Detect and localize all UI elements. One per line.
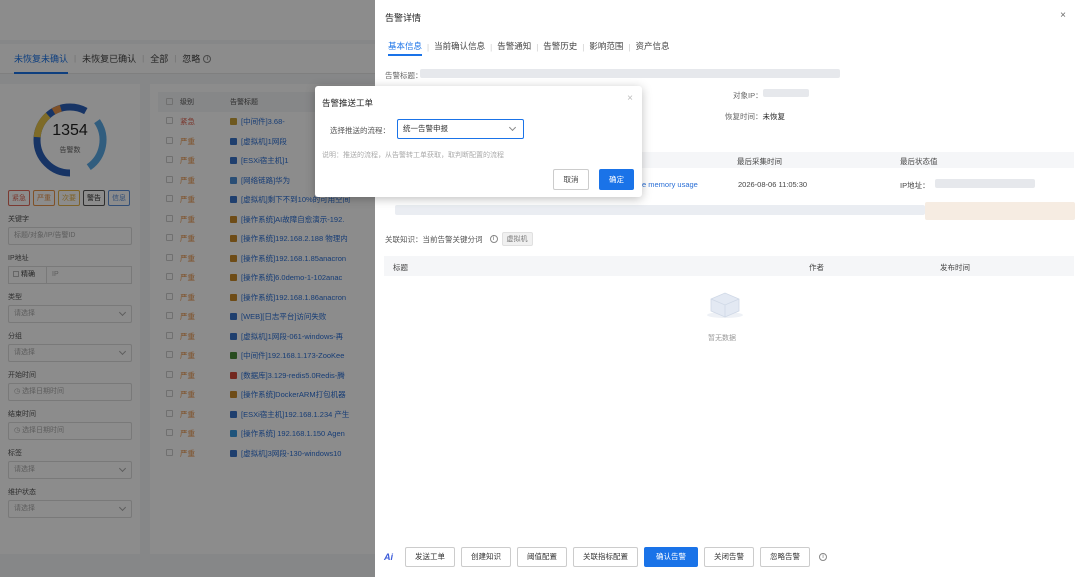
metric-ip-label: IP地址： [900,181,930,190]
chevron-down-icon [508,123,517,132]
redacted-highlight [925,202,1075,220]
confirm-button[interactable]: 确定 [599,169,634,190]
flow-select[interactable]: 统一告警申报 [397,119,524,139]
object-ip-field: 对象IP： [733,90,763,101]
object-ip-label: 对象IP： [733,91,763,100]
close-alarm-button[interactable]: 关闭告警 [704,547,754,567]
tab-basic-info[interactable]: 基本信息 [384,38,426,56]
confirm-alarm-button[interactable]: 确认告警 [644,547,698,567]
knowledge-row: 关联知识：当前告警关键分词 i 虚拟机 [385,232,533,246]
metric-time: 2026-08-06 11:05:30 [738,180,808,189]
related-metric-config-button[interactable]: 关联指标配置 [573,547,638,567]
empty-box-icon [707,292,743,318]
info-icon: i [819,553,827,561]
recovery-time-label: 恢复时间： [725,112,763,121]
push-ticket-modal: 告警推送工单 × 选择推送的流程： 统一告警申报 说明：推送的流程，从告警转工单… [315,86,642,197]
drawer-title: 告警详情 [385,13,422,23]
close-icon[interactable]: × [627,93,633,104]
col-know-publish-time: 发布时间 [940,263,970,272]
tab-assets[interactable]: 资产信息 [631,38,673,56]
flow-selected-value: 统一告警申报 [403,124,448,133]
tab-impact[interactable]: 影响范围 [585,38,627,56]
knowledge-table-header: 标题 作者 发布时间 [384,256,1074,276]
tab-history[interactable]: 告警历史 [539,38,581,56]
redacted-title [420,69,840,78]
empty-text: 暂无数据 [708,335,736,342]
tab-current-confirm[interactable]: 当前确认信息 [430,38,489,56]
send-ticket-button[interactable]: 发送工单 [405,547,455,567]
col-know-author: 作者 [809,263,824,272]
detail-tabs: 基本信息 | 当前确认信息 | 告警通知 | 告警历史 | 影响范围 | 资产信… [384,38,673,56]
knowledge-tag[interactable]: 虚拟机 [501,232,533,246]
redacted-description [395,205,925,215]
drawer-footer: Ai 发送工单 创建知识 阈值配置 关联指标配置 确认告警 关闭告警 忽略告警 … [375,545,1080,569]
modal-note: 说明：推送的流程，从告警转工单获取，取判断配置的流程 [322,152,504,159]
redacted-ip [763,89,809,97]
col-last-collect-time: 最后采集时间 [737,157,782,166]
ignore-alarm-button[interactable]: 忽略告警 [760,547,810,567]
flow-label: 选择推送的流程： [330,126,390,135]
create-knowledge-button[interactable]: 创建知识 [461,547,511,567]
redacted-metric-ip [935,179,1035,188]
info-icon: i [489,235,498,243]
close-icon[interactable]: × [1060,10,1066,21]
col-know-title: 标题 [393,263,408,272]
knowledge-label: 关联知识：当前告警关键分词 [385,234,483,244]
alarm-title-label: 告警标题： [385,71,423,80]
tab-notifications[interactable]: 告警通知 [493,38,535,56]
ai-assistant-icon[interactable]: Ai [384,552,393,562]
col-last-status: 最后状态值 [900,157,938,166]
modal-title: 告警推送工单 [322,98,374,108]
metric-name-link[interactable]: e memory usage [642,180,698,189]
threshold-config-button[interactable]: 阈值配置 [517,547,567,567]
recovery-time-field: 恢复时间：未恢复 [725,111,785,122]
recovery-time-value: 未恢复 [762,112,786,121]
cancel-button[interactable]: 取消 [553,169,589,190]
